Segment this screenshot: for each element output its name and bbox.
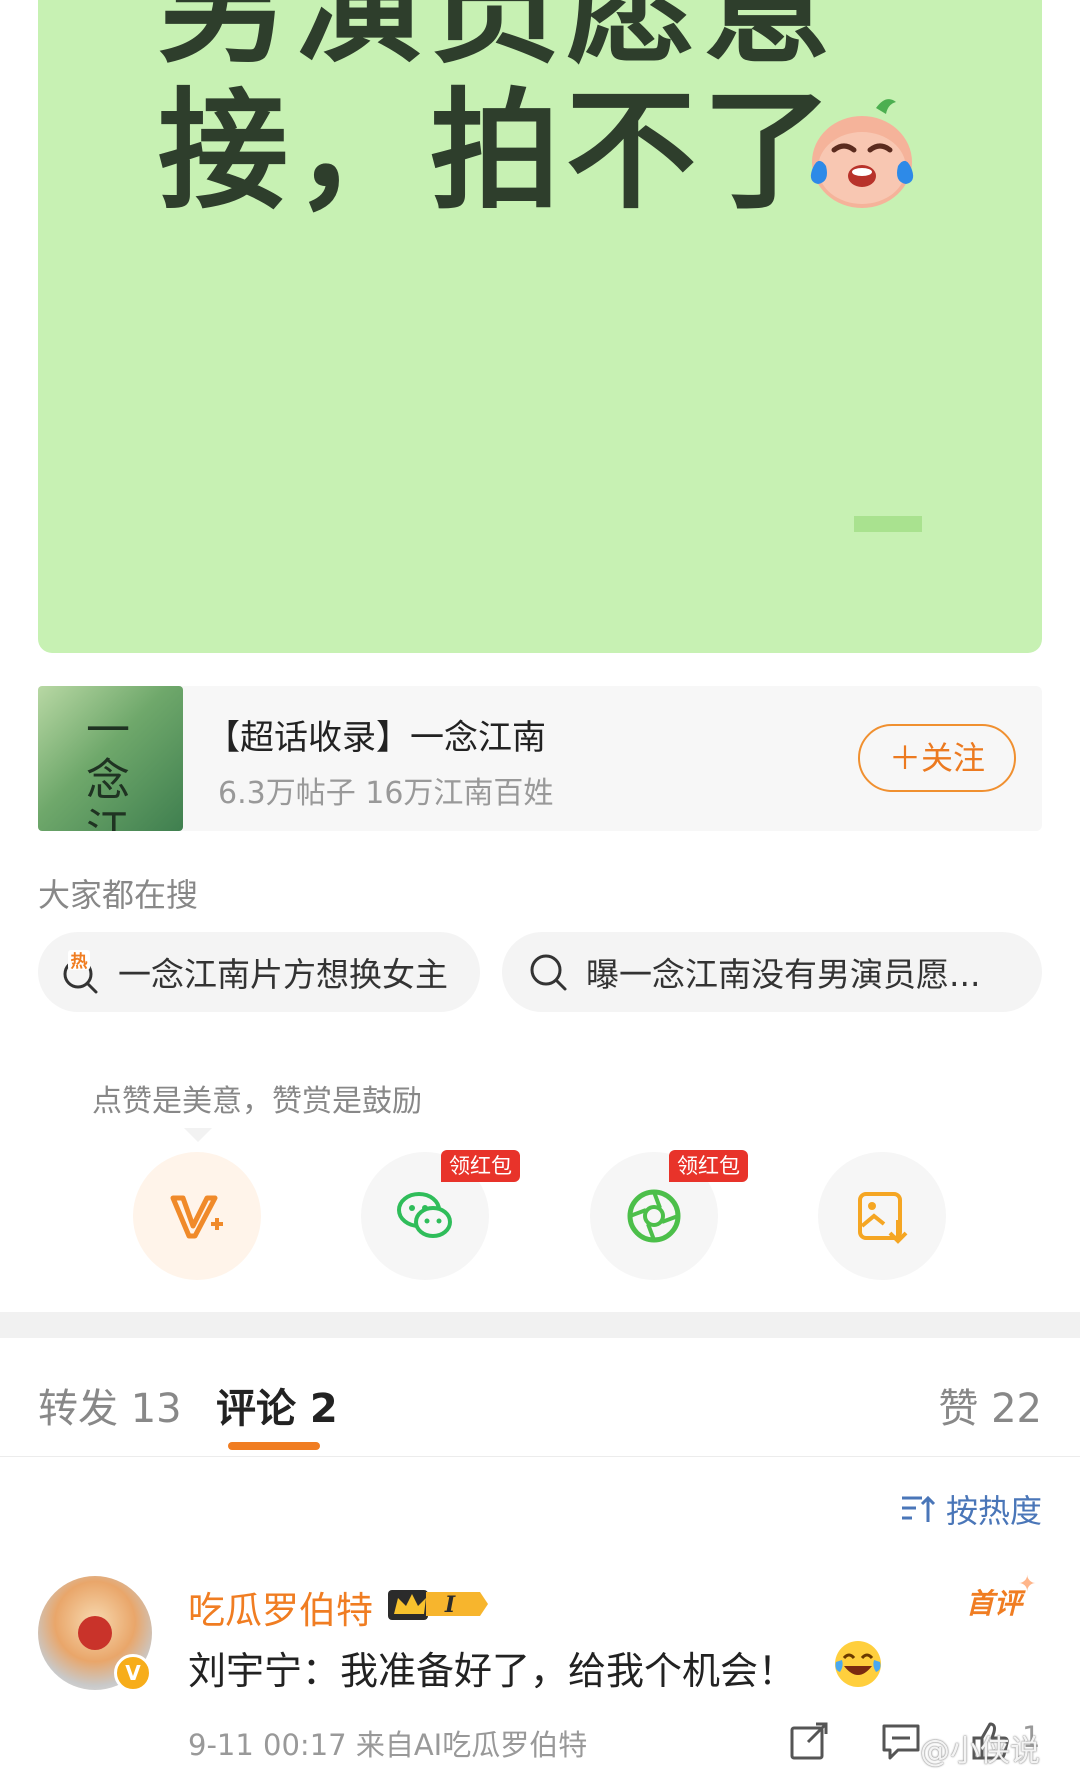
- red-packet-badge-wechat[interactable]: 领红包: [441, 1150, 520, 1182]
- reward-button[interactable]: [133, 1152, 261, 1280]
- search-icon: [530, 954, 567, 991]
- reply-icon[interactable]: [880, 1720, 922, 1762]
- crying-face-icon: [810, 99, 914, 208]
- moments-shutter-icon: [627, 1189, 681, 1243]
- share-icon[interactable]: [788, 1720, 830, 1762]
- sort-icon: [901, 1495, 936, 1522]
- crown-level-badge: I: [388, 1590, 488, 1620]
- topic-cover-text: 一念江南: [86, 705, 130, 832]
- decorative-dash: [854, 516, 922, 532]
- tab-like[interactable]: 赞 22: [938, 1376, 1042, 1434]
- comment-text: 刘宇宁：我准备好了，给我个机会！: [188, 1649, 797, 1693]
- tab-comment[interactable]: 评论 2: [216, 1376, 338, 1434]
- weibo-post-page: 男演员愿意 接，拍不了 一念江南 【超话收录】一念江南 6.3万帖子 16万江南…: [0, 0, 1080, 1780]
- topic-cover-image: 一念江南: [38, 686, 183, 831]
- verified-badge: V: [114, 1654, 152, 1692]
- laughing-tears-icon: [835, 1641, 881, 1687]
- hot-badge-text: 热: [71, 951, 88, 972]
- red-packet-badge-moments[interactable]: 领红包: [669, 1150, 748, 1182]
- search-suggestion-2[interactable]: 曝一念江南没有男演员愿...: [502, 932, 1042, 1012]
- hot-search-icon: 热: [63, 950, 98, 994]
- post-image[interactable]: 男演员愿意 接，拍不了: [38, 0, 1042, 653]
- section-divider: [0, 1312, 1080, 1338]
- search-suggestions-heading: 大家都在搜: [38, 876, 199, 914]
- search-suggestion-label-1: 一念江南片方想换女主: [118, 955, 448, 994]
- tab-divider: [0, 1456, 1080, 1457]
- follow-button[interactable]: ＋关注: [858, 724, 1016, 792]
- crown-level-text: I: [444, 1592, 456, 1618]
- reward-tip: 点赞是美意，赞赏是鼓励: [92, 1084, 422, 1119]
- watermark: @小侠说: [920, 1734, 1040, 1769]
- search-suggestion-label-2: 曝一念江南没有男演员愿...: [586, 955, 981, 994]
- sort-by-hot-button[interactable]: 按热度: [900, 1486, 1042, 1532]
- v-plus-icon: [170, 1195, 223, 1239]
- sort-label: 按热度: [945, 1492, 1042, 1530]
- save-image-icon: [858, 1192, 908, 1244]
- first-comment-badge: 首评: [965, 1587, 1022, 1620]
- comment-username[interactable]: 吃瓜罗伯特: [188, 1580, 373, 1634]
- tab-repost[interactable]: 转发 13: [38, 1376, 182, 1434]
- comment-meta: 9-11 00:17 来自AI吃瓜罗伯特: [188, 1728, 588, 1762]
- wechat-icon: [397, 1192, 452, 1238]
- topic-stats: 6.3万帖子 16万江南百姓: [218, 776, 554, 811]
- sparkle-icon: ✦: [1018, 1572, 1037, 1597]
- post-image-text-line-1: 男演员愿意: [158, 0, 839, 81]
- search-suggestion-1[interactable]: 热 一念江南片方想换女主: [38, 932, 480, 1012]
- save-image-button[interactable]: [818, 1152, 946, 1280]
- super-topic-card[interactable]: 一念江南 【超话收录】一念江南 6.3万帖子 16万江南百姓 ＋关注: [38, 686, 1042, 831]
- active-tab-indicator: [228, 1442, 320, 1450]
- topic-title: 【超话收录】一念江南: [206, 718, 546, 758]
- tip-caret: [184, 1128, 212, 1142]
- post-image-text-line-2: 接，拍不了: [158, 75, 839, 227]
- avatar-heart: [78, 1616, 112, 1650]
